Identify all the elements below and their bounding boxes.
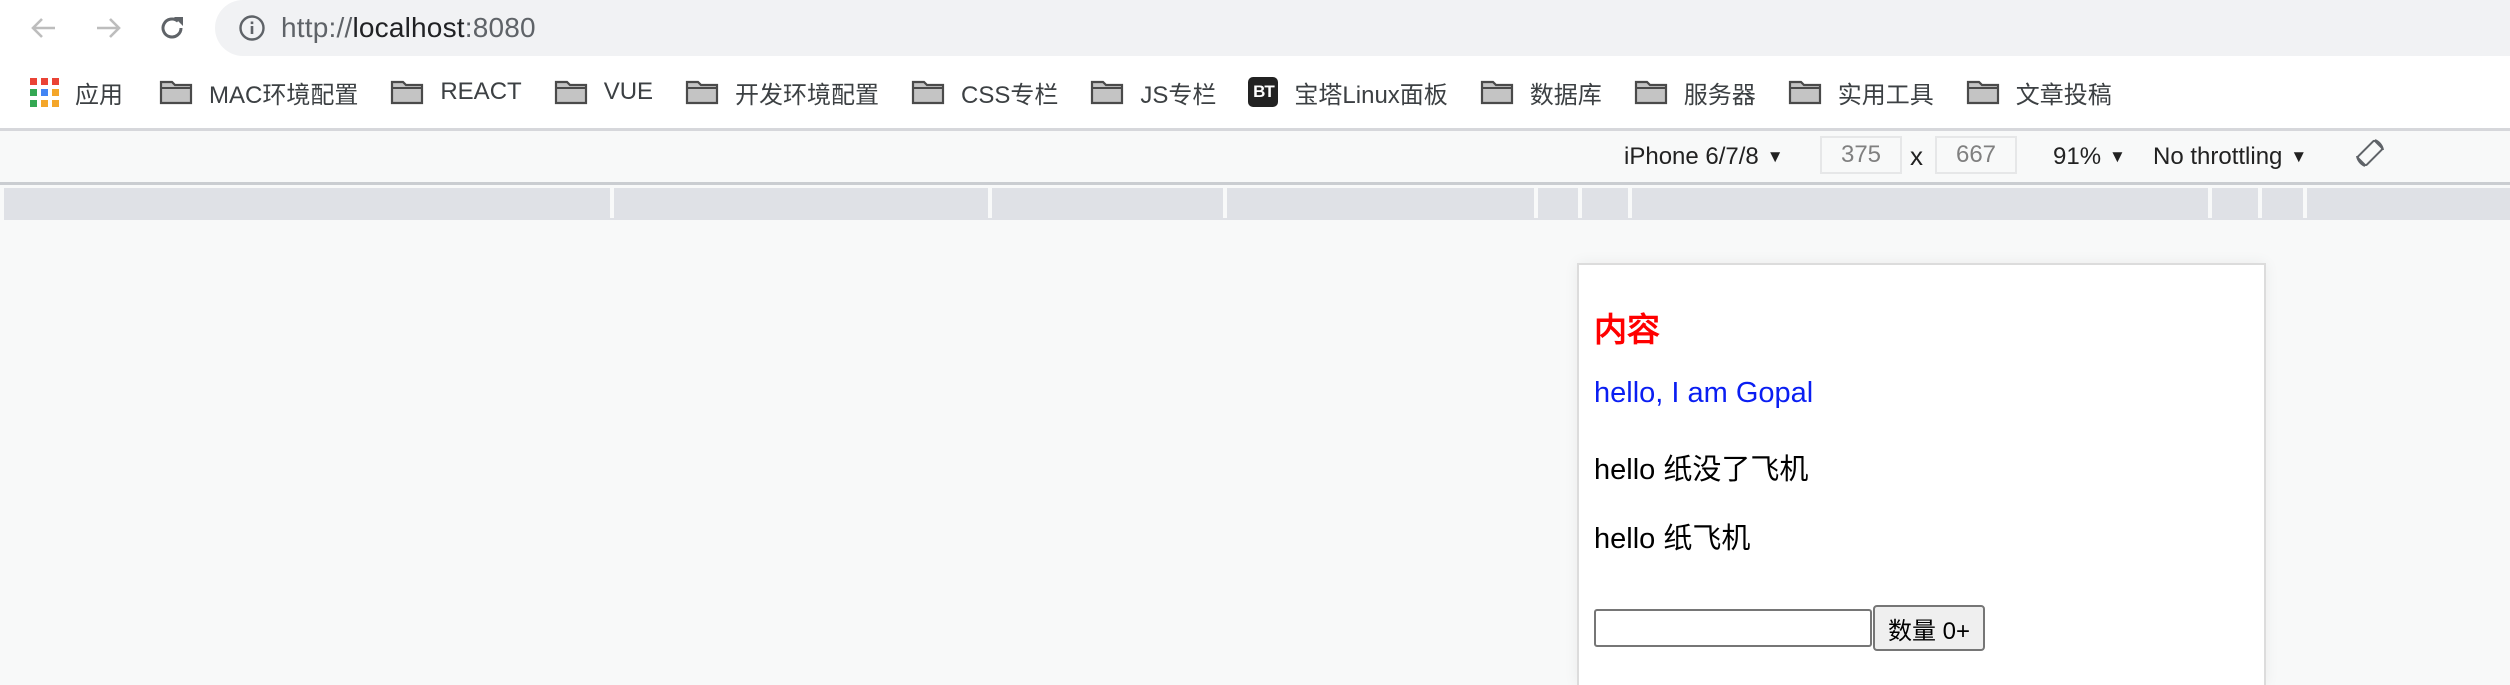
media-query-bar[interactable] [4, 188, 2510, 220]
forward-button[interactable] [88, 8, 128, 48]
content-heading: 内容 [1594, 311, 1660, 348]
bookmark-folder[interactable]: CSS专栏 [901, 70, 1068, 114]
media-query-divider [1578, 188, 1582, 218]
bookmark-label: 数据库 [1529, 81, 1602, 109]
greeting-text: hello, I am Gopal [1594, 377, 1814, 409]
url-scheme: http:// [281, 12, 353, 43]
arrow-left-icon [29, 13, 59, 43]
browser-top-bar: http://localhost:8080 [0, 0, 2510, 56]
bookmark-label: 应用 [75, 81, 123, 109]
bookmark-folder[interactable]: 服务器 [1624, 70, 1766, 114]
bookmark-folder[interactable]: VUE [544, 70, 663, 114]
count-button[interactable]: 数量 0+ [1873, 605, 1985, 651]
message-line-two: hello 纸没了飞机 [1594, 454, 1809, 486]
media-query-divider [610, 188, 614, 218]
message-line-three: hello 纸飞机 [1594, 523, 1751, 555]
media-query-divider [2258, 188, 2262, 218]
bookmark-label: 实用工具 [1837, 81, 1934, 109]
bookmark-apps[interactable]: 应用 [20, 70, 133, 114]
bookmark-folder[interactable]: REACT [380, 70, 531, 114]
zoom-select[interactable]: 91% ▼ [2053, 131, 2126, 182]
media-query-divider [988, 188, 992, 218]
media-query-divider [1534, 188, 1538, 218]
info-circle-icon[interactable] [237, 13, 267, 43]
reload-button[interactable] [152, 8, 192, 48]
bookmark-label: REACT [440, 78, 522, 105]
folder-icon [159, 79, 193, 105]
folder-icon [390, 79, 424, 105]
apps-grid-icon [30, 77, 59, 107]
bookmark-label: VUE [603, 78, 654, 105]
folder-icon [1634, 79, 1668, 105]
caret-down-icon: ▼ [1766, 146, 1784, 166]
rotate-device-icon [2353, 136, 2387, 177]
folder-icon [911, 79, 945, 105]
bookmark-label: CSS专栏 [961, 81, 1059, 109]
url-host: localhost [352, 12, 465, 43]
bookmark-folder[interactable]: JS专栏 [1080, 70, 1226, 114]
reload-icon [157, 13, 187, 43]
back-button[interactable] [24, 8, 64, 48]
folder-icon [685, 79, 719, 105]
bookmark-bt-panel[interactable]: BT 宝塔Linux面板 [1238, 70, 1457, 114]
folder-icon [1788, 79, 1822, 105]
bookmark-folder[interactable]: 文章投稿 [1956, 70, 2122, 114]
bookmark-label: 服务器 [1683, 81, 1756, 109]
bookmark-folder[interactable]: 实用工具 [1778, 70, 1944, 114]
bookmarks-bar: 应用 MAC环境配置 REACT VUE 开发环境配置 CSS专栏 JS专栏 B… [0, 56, 2510, 131]
bt-badge-icon: BT [1248, 77, 1279, 107]
folder-icon [1966, 79, 2000, 105]
bookmark-folder[interactable]: 开发环境配置 [675, 70, 889, 114]
text-input[interactable] [1594, 609, 1872, 647]
media-query-divider [2208, 188, 2212, 218]
folder-icon [1480, 79, 1514, 105]
media-query-divider [1223, 188, 1227, 218]
viewport-width-input[interactable] [1820, 136, 1902, 174]
media-query-divider [2303, 188, 2307, 218]
folder-icon [554, 79, 588, 105]
throttling-value: No throttling [2153, 142, 2283, 170]
bookmark-label: 文章投稿 [2015, 81, 2112, 109]
device-select[interactable]: iPhone 6/7/8 ▼ [1624, 131, 1784, 182]
media-query-divider [1628, 188, 1632, 218]
throttling-select[interactable]: No throttling ▼ [2153, 131, 2307, 182]
url-text[interactable]: http://localhost:8080 [281, 12, 536, 44]
rotate-button[interactable] [2353, 131, 2387, 182]
folder-icon [1090, 79, 1124, 105]
device-viewport: 内容 hello, I am Gopal hello 纸没了飞机 hello 纸… [1577, 263, 2266, 685]
caret-down-icon: ▼ [2290, 146, 2308, 166]
device-toolbar: iPhone 6/7/8 ▼ x 91% ▼ No throttling ▼ [0, 131, 2510, 185]
dimension-separator: x [1910, 141, 1923, 171]
bookmark-label: MAC环境配置 [209, 81, 359, 109]
bookmark-label: 开发环境配置 [735, 81, 880, 109]
zoom-value: 91% [2053, 142, 2102, 170]
bookmark-folder[interactable]: MAC环境配置 [149, 70, 368, 114]
address-bar[interactable]: http://localhost:8080 [215, 0, 2510, 56]
url-port: :8080 [464, 12, 536, 43]
arrow-right-icon [93, 13, 123, 43]
bookmark-label: 宝塔Linux面板 [1294, 81, 1448, 109]
viewport-height-input[interactable] [1935, 136, 2017, 174]
caret-down-icon: ▼ [2109, 146, 2126, 166]
bookmark-label: JS专栏 [1140, 81, 1217, 109]
device-name: iPhone 6/7/8 [1624, 142, 1759, 170]
bookmark-folder[interactable]: 数据库 [1470, 70, 1612, 114]
